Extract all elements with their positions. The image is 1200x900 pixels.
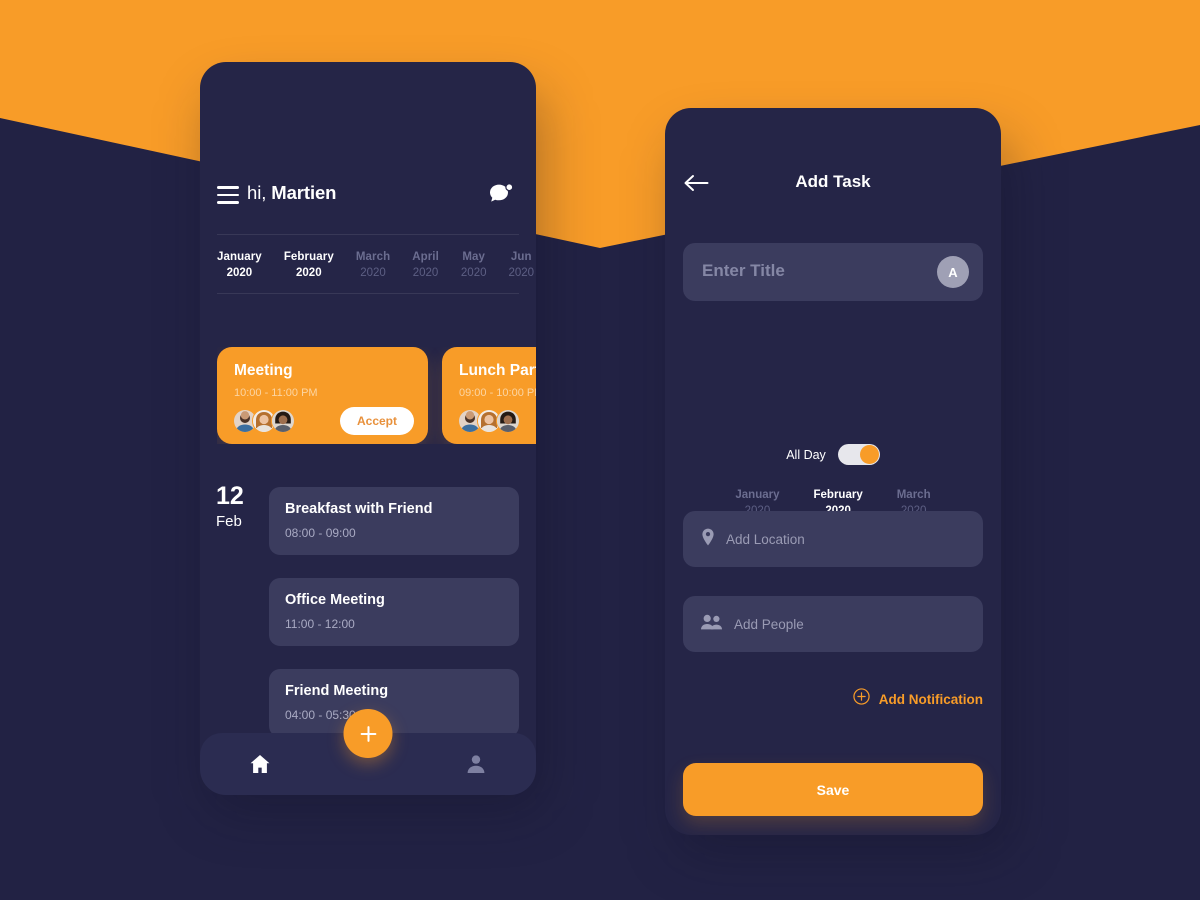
save-button[interactable]: Save: [683, 763, 983, 816]
month-item-may[interactable]: May 2020: [461, 251, 487, 279]
month-name: January: [217, 251, 262, 263]
greeting-name: Martien: [271, 182, 337, 203]
month-name: February: [813, 489, 863, 501]
page-backdrop: [0, 0, 1200, 900]
add-task-screen: Add Task Enter Title A All Day January 2…: [665, 108, 1001, 835]
plus-circle-icon: [853, 688, 870, 710]
month-item-june[interactable]: Jun 2020: [509, 251, 535, 279]
task-time: 08:00 - 09:00: [285, 526, 356, 540]
month-year: 2020: [412, 267, 439, 279]
month-name: Jun: [510, 251, 532, 263]
month-name: February: [283, 251, 334, 263]
month-name: January: [735, 489, 780, 501]
task-time: 04:00 - 05:30: [285, 708, 356, 722]
task-title: Office Meeting: [285, 592, 385, 608]
event-attendee-avatars: [233, 409, 295, 433]
task-time: 11:00 - 12:00: [285, 617, 355, 631]
home-phone-frame: hi, Martien January 2020 February 2020 M…: [200, 62, 536, 795]
task-card[interactable]: Office Meeting 11:00 - 12:00: [269, 578, 519, 646]
month-name: March: [896, 489, 931, 501]
selected-date: 12 Feb: [216, 482, 262, 531]
add-people-input[interactable]: Add People: [683, 596, 983, 652]
event-card-meeting[interactable]: Meeting 10:00 - 11:00 PM Accept: [217, 347, 428, 444]
event-card-carousel[interactable]: Meeting 10:00 - 11:00 PM Accept Lunch Pa…: [217, 347, 536, 444]
task-title: Breakfast with Friend: [285, 501, 433, 517]
task-title: Friend Meeting: [285, 683, 389, 699]
accept-button[interactable]: Accept: [339, 407, 414, 435]
event-time: 10:00 - 11:00 PM: [234, 387, 318, 399]
add-location-input[interactable]: Add Location: [683, 511, 983, 567]
month-divider-bottom: [217, 293, 519, 294]
month-year: 2020: [226, 267, 253, 279]
selected-date-month: Feb: [216, 513, 242, 530]
event-card-lunch-party[interactable]: Lunch Party 09:00 - 10:00 PM: [442, 347, 536, 444]
all-day-toggle[interactable]: [837, 444, 880, 465]
all-day-label: All Day: [786, 447, 826, 462]
avatar: [496, 409, 520, 433]
month-year: 2020: [360, 267, 386, 279]
selected-date-day: 12: [216, 482, 244, 510]
event-attendee-avatars: [458, 409, 520, 433]
all-day-row: All Day: [665, 444, 1001, 465]
avatar[interactable]: A: [937, 256, 969, 288]
task-list: Breakfast with Friend 08:00 - 09:00 Offi…: [269, 487, 519, 737]
greeting-text: hi, Martien: [247, 182, 336, 204]
add-people-label: Add People: [734, 616, 804, 632]
task-card[interactable]: Friend Meeting 04:00 - 05:30: [269, 669, 519, 737]
event-time: 09:00 - 10:00 PM: [459, 387, 536, 399]
toggle-knob: [859, 445, 879, 464]
home-icon[interactable]: [248, 752, 272, 776]
avatar: [271, 409, 295, 433]
month-item-april[interactable]: April 2020: [412, 251, 439, 279]
add-notification-label: Add Notification: [878, 691, 983, 707]
add-location-inner: Add Location: [701, 511, 805, 567]
add-task-fab[interactable]: [343, 709, 393, 758]
map-pin-icon: [701, 528, 715, 551]
orange-chevron-shape: [0, 0, 1200, 248]
event-title: Lunch Party: [459, 362, 536, 379]
month-year: 2020: [508, 267, 535, 279]
chat-bubble-icon[interactable]: [488, 182, 514, 208]
month-item-march[interactable]: March 2020: [356, 251, 390, 279]
page-title: Add Task: [795, 172, 871, 191]
event-title: Meeting: [234, 362, 293, 379]
home-screen: hi, Martien January 2020 February 2020 M…: [200, 62, 536, 795]
month-strip[interactable]: January 2020 February 2020 March 2020 Ap…: [200, 235, 536, 293]
month-year: 2020: [460, 267, 487, 279]
month-selector[interactable]: January 2020 February 2020 March 2020 Ap…: [200, 234, 536, 294]
bottom-navigation-bar: [200, 709, 536, 795]
add-notification-button[interactable]: Add Notification: [853, 688, 983, 710]
month-item-january[interactable]: January 2020: [217, 251, 262, 279]
person-icon[interactable]: [464, 752, 488, 776]
task-card[interactable]: Breakfast with Friend 08:00 - 09:00: [269, 487, 519, 555]
month-year: 2020: [296, 267, 322, 279]
month-name: April: [412, 251, 439, 263]
add-task-phone-frame: Add Task Enter Title A All Day January 2…: [665, 108, 1001, 835]
greeting-prefix: hi,: [247, 182, 272, 203]
task-title-input[interactable]: Enter Title A: [683, 243, 983, 301]
task-title-placeholder: Enter Title: [702, 261, 785, 280]
add-people-inner: Add People: [701, 596, 804, 652]
month-item-february[interactable]: February 2020: [284, 251, 334, 279]
add-location-label: Add Location: [726, 531, 805, 547]
home-topbar: hi, Martien: [200, 170, 536, 222]
hamburger-menu-icon[interactable]: [217, 186, 239, 204]
month-name: March: [355, 251, 391, 263]
month-name: May: [462, 251, 486, 263]
people-icon: [701, 614, 723, 635]
